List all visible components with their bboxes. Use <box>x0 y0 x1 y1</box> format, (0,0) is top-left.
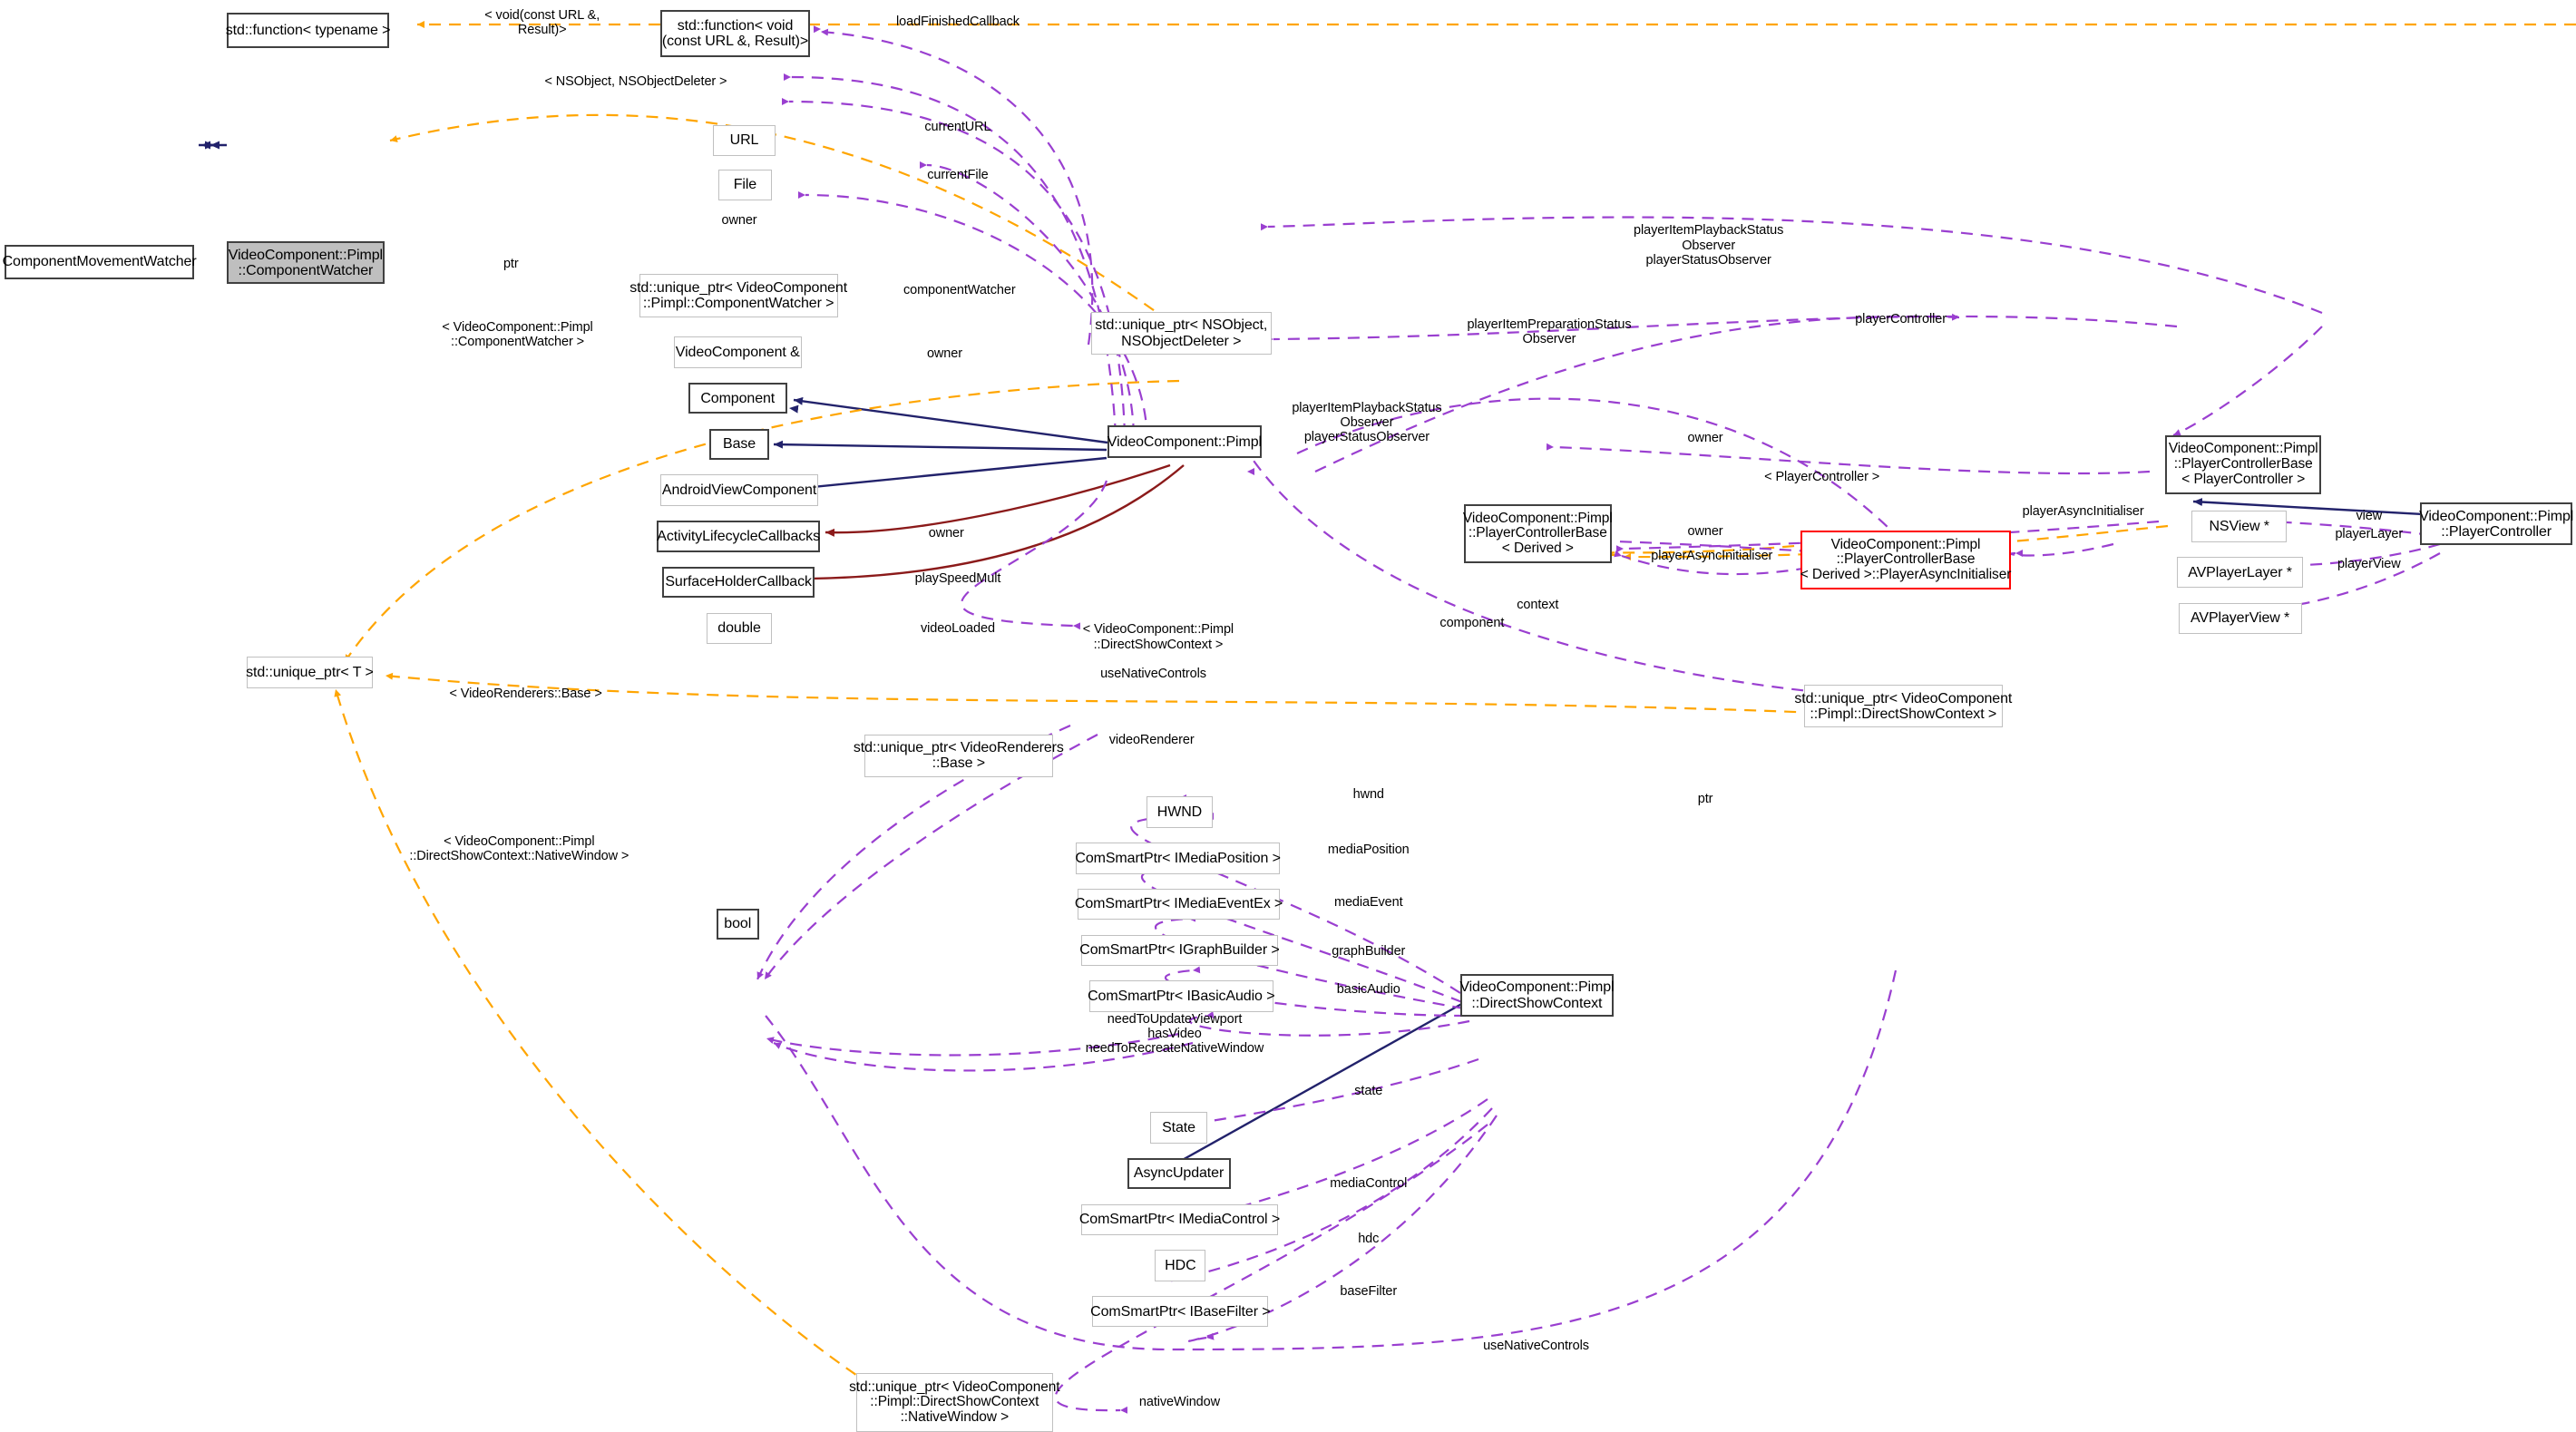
collaboration-diagram: std::function< typename > std::function< … <box>0 0 2576 1432</box>
edge-label-owner-top: owner <box>721 213 757 229</box>
edge-label-nativewindow-tmpl: < VideoComponent::Pimpl ::DirectShowCont… <box>409 834 629 864</box>
edge-label-graphbuilder: graphBuilder <box>1332 944 1406 960</box>
class-node-func-void[interactable]: std::function< void (const URL &, Result… <box>660 9 810 58</box>
class-node-imediaeventex[interactable]: ComSmartPtr< IMediaEventEx > <box>1075 888 1283 921</box>
edge-label-basefilter: baseFilter <box>1340 1284 1398 1300</box>
edge-label-playerlayer: playerLayer <box>2335 527 2404 542</box>
class-node-state[interactable]: State <box>1149 1112 1208 1144</box>
edge-label-hwnd: hwnd <box>1352 786 1384 802</box>
edge-label-owner-4: owner <box>1687 523 1723 539</box>
class-node-imediacontrol[interactable]: ComSmartPtr< IMediaControl > <box>1079 1203 1280 1236</box>
edge-label-ptr-top: ptr <box>503 256 519 271</box>
class-node-pcb-pc[interactable]: VideoComponent::Pimpl ::PlayerController… <box>2165 434 2322 495</box>
edge-label-context: context <box>1517 598 1559 613</box>
edge-label-component: component <box>1439 616 1505 631</box>
edge-label-state: state <box>1354 1084 1383 1099</box>
edge-label-dsc-tmpl: < VideoComponent::Pimpl ::DirectShowCont… <box>1082 622 1234 652</box>
class-node-double[interactable]: double <box>706 612 773 644</box>
class-node-cmw[interactable]: ComponentMovementWatcher <box>3 244 197 279</box>
edge-label-currentfile: currentFile <box>927 167 989 182</box>
class-node-focus[interactable]: VideoComponent::Pimpl ::ComponentWatcher <box>226 241 385 285</box>
class-node-activitylc[interactable]: ActivityLifecycleCallbacks <box>657 521 820 552</box>
edge-label-playbackstatus-l: playerItemPlaybackStatus Observer player… <box>1292 400 1442 445</box>
class-node-base[interactable]: Base <box>709 428 769 461</box>
edge-label-usenativectrl-2: useNativeControls <box>1483 1339 1589 1354</box>
class-node-url[interactable]: URL <box>713 124 776 157</box>
class-node-uptr-dsc[interactable]: std::unique_ptr< VideoComponent ::Pimpl:… <box>1794 685 2012 728</box>
class-node-pcb-async[interactable]: VideoComponent::Pimpl ::PlayerController… <box>1800 531 2011 590</box>
class-node-uptr-nativewindow[interactable]: std::unique_ptr< VideoComponent ::Pimpl:… <box>849 1373 1060 1432</box>
edge-label-vc-pimpl-cw: < VideoComponent::Pimpl ::ComponentWatch… <box>442 320 593 350</box>
class-node-pcb-derived[interactable]: VideoComponent::Pimpl ::PlayerController… <box>1463 504 1613 564</box>
class-node-file[interactable]: File <box>717 169 773 200</box>
edge-label-nsobject-del: < NSObject, NSObjectDeleter > <box>544 73 727 89</box>
class-node-vcpimpl[interactable]: VideoComponent::Pimpl <box>1107 425 1262 459</box>
edge-label-pc-tmpl: < PlayerController > <box>1764 470 1880 484</box>
class-node-uptr-cw[interactable]: std::unique_ptr< VideoComponent ::Pimpl:… <box>629 274 847 317</box>
edge-label-view: view <box>2356 509 2383 524</box>
class-node-hdc[interactable]: HDC <box>1155 1250 1206 1281</box>
class-node-component[interactable]: Component <box>688 383 787 414</box>
edge-label-usenativectrl-1: useNativeControls <box>1100 667 1206 682</box>
class-node-videocomp-ref[interactable]: VideoComponent & <box>673 336 802 368</box>
edge-label-nativewindow: nativeWindow <box>1138 1394 1220 1409</box>
edge-label-owner-2: owner <box>926 346 962 362</box>
edge-label-playercontroller-l: playerController <box>1855 312 1947 327</box>
class-node-imediaposition[interactable]: ComSmartPtr< IMediaPosition > <box>1075 843 1281 874</box>
edge-layer <box>199 21 2576 1414</box>
class-node-pc[interactable]: VideoComponent::Pimpl ::PlayerController <box>2419 502 2573 546</box>
class-node-avplayerlayer[interactable]: AVPlayerLayer * <box>2176 557 2304 589</box>
edge-label-videoloaded: videoLoaded <box>920 620 995 636</box>
edge-label-playspeedmult: playSpeedMult <box>914 571 1001 587</box>
class-node-uptr-T[interactable]: std::unique_ptr< T > <box>246 657 374 688</box>
edge-label-currenturl: currentURL <box>924 120 991 135</box>
class-node-uptr-vr[interactable]: std::unique_ptr< VideoRenderers ::Base > <box>854 734 1064 777</box>
class-node-ibasicaudio[interactable]: ComSmartPtr< IBasicAudio > <box>1088 980 1275 1012</box>
edge-label-mediaevent: mediaEvent <box>1333 895 1403 911</box>
class-node-ibasefilter[interactable]: ComSmartPtr< IBaseFilter > <box>1090 1296 1271 1328</box>
class-node-func-typename[interactable]: std::function< typename > <box>226 13 391 48</box>
class-node-asyncupdater[interactable]: AsyncUpdater <box>1127 1157 1231 1190</box>
edge-label-prepstatus: playerItemPreparationStatus Observer <box>1467 317 1632 346</box>
edge-label-playerview: playerView <box>2337 557 2401 571</box>
edge-label-mediacontrol: mediaControl <box>1330 1175 1408 1191</box>
edge-label-playerasync-r: playerAsyncInitialiser <box>2022 504 2144 520</box>
class-node-androidview[interactable]: AndroidViewComponent <box>660 474 818 506</box>
edge-label-owner-3: owner <box>1687 430 1723 445</box>
class-node-dsc[interactable]: VideoComponent::Pimpl ::DirectShowContex… <box>1459 974 1615 1018</box>
class-node-surfaceholder[interactable]: SurfaceHolderCallback <box>661 566 815 599</box>
class-node-uptr-nsobject[interactable]: std::unique_ptr< NSObject, NSObjectDelet… <box>1090 312 1272 356</box>
edge-label-videorenderer: videoRenderer <box>1108 732 1195 747</box>
edge-label-owner-5: owner <box>928 525 964 541</box>
edge-label-componentwatcher: componentWatcher <box>903 282 1016 297</box>
edge-label-vr-base: < VideoRenderers::Base > <box>449 687 602 702</box>
class-node-igraphbuilder[interactable]: ComSmartPtr< IGraphBuilder > <box>1079 934 1280 966</box>
class-node-avplayerview[interactable]: AVPlayerView * <box>2178 602 2302 635</box>
edge-label-ptr-mid: ptr <box>1697 792 1713 806</box>
edge-label-mediaposition: mediaPosition <box>1327 843 1410 858</box>
class-node-nsview[interactable]: NSView * <box>2191 511 2288 542</box>
edge-label-hdc: hdc <box>1358 1232 1380 1247</box>
class-node-bool[interactable]: bool <box>716 908 759 940</box>
edge-label-needflags: needToUpdateViewport hasVideo needToRecr… <box>1085 1011 1264 1057</box>
edge-label-playbackstatus-r: playerItemPlaybackStatus Observer player… <box>1634 223 1784 268</box>
edge-label-loadfinished: loadFinishedCallback <box>896 15 1020 30</box>
edge-label-playerasync-l: playerAsyncInitialiser <box>1651 548 1773 563</box>
class-node-hwnd[interactable]: HWND <box>1147 796 1213 828</box>
edge-label-basicaudio: basicAudio <box>1336 982 1400 998</box>
edge-label-void-url: < void(const URL &, Result)> <box>484 8 600 38</box>
